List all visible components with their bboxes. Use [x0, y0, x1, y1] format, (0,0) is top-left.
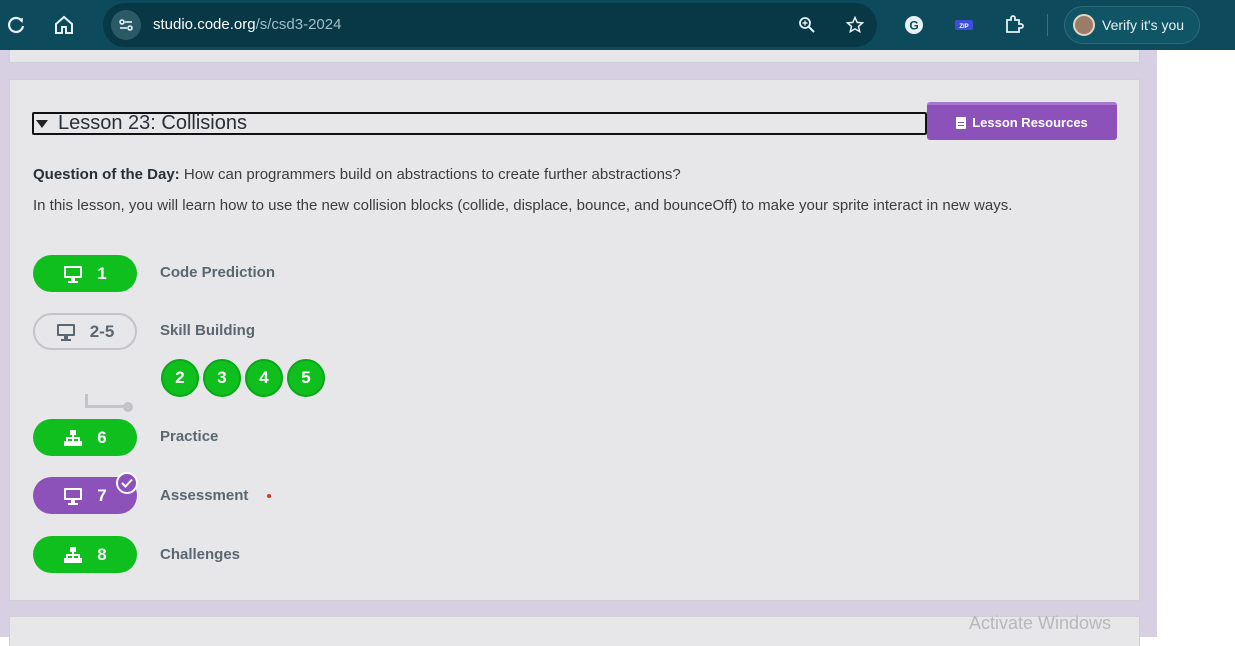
level-7-label[interactable]: Assessment: [160, 487, 248, 504]
star-icon[interactable]: [841, 11, 869, 39]
qotd-label: Question of the Day:: [33, 166, 180, 183]
monitor-icon: [63, 487, 83, 505]
level-6-label[interactable]: Practice: [160, 428, 218, 445]
page-margin: [1157, 50, 1235, 637]
level-2-5-pill[interactable]: 2-5: [33, 313, 137, 350]
url-text[interactable]: studio.code.org/s/csd3-2024: [153, 16, 341, 33]
lesson-header[interactable]: Lesson 23: Collisions: [32, 112, 927, 135]
lesson-title: Lesson 23: Collisions: [58, 112, 247, 134]
level-7-number: 7: [97, 485, 107, 505]
question-of-the-day: Question of the Day: How can programmers…: [33, 166, 681, 183]
level-2-5-number: 2-5: [89, 321, 115, 341]
sublevel-bubble[interactable]: 4: [245, 359, 283, 397]
level-8-number: 8: [97, 544, 107, 564]
avatar: [1073, 14, 1095, 36]
zip-extension-icon[interactable]: ZIP: [950, 11, 978, 39]
toolbar-divider: [1047, 14, 1048, 36]
level-1-pill[interactable]: 1: [33, 255, 137, 292]
monitor-icon: [56, 323, 76, 341]
profile-label: Verify it's you: [1102, 17, 1185, 33]
level-6-number: 6: [97, 427, 107, 447]
page-background: Lesson 23: Collisions Lesson Resources Q…: [0, 50, 1157, 646]
sublevel-bubble[interactable]: 5: [287, 359, 325, 397]
caret-down-icon: [36, 119, 48, 128]
url-host: studio.code.org: [153, 16, 256, 33]
red-dot: [267, 494, 271, 498]
grammarly-icon[interactable]: G: [900, 11, 928, 39]
hierarchy-icon: [63, 429, 83, 447]
sublevel-connector: [85, 394, 127, 408]
monitor-icon: [63, 265, 83, 283]
level-1-label[interactable]: Code Prediction: [160, 264, 275, 281]
profile-button[interactable]: Verify it's you: [1064, 6, 1200, 44]
previous-lesson-card: [9, 50, 1140, 63]
level-2-5-label[interactable]: Skill Building: [160, 322, 255, 339]
url-path: /s/csd3-2024: [255, 16, 342, 33]
hierarchy-icon: [63, 546, 83, 564]
level-1-number: 1: [97, 263, 107, 283]
level-8-pill[interactable]: 8: [33, 536, 137, 573]
extensions-icon[interactable]: [1000, 11, 1028, 39]
level-6-pill[interactable]: 6: [33, 419, 137, 456]
site-settings-icon[interactable]: [111, 10, 141, 40]
svg-text:ZIP: ZIP: [959, 24, 968, 30]
lesson-resources-button[interactable]: Lesson Resources: [927, 102, 1117, 140]
checkmark-icon: [116, 472, 138, 494]
svg-text:G: G: [909, 19, 918, 33]
zoom-icon[interactable]: [793, 11, 821, 39]
lesson-resources-label: Lesson Resources: [972, 115, 1088, 130]
qotd-text: How can programmers build on abstraction…: [179, 166, 681, 183]
reload-icon[interactable]: [2, 11, 30, 39]
document-icon: [956, 116, 967, 129]
lesson-card: Lesson 23: Collisions Lesson Resources Q…: [9, 79, 1140, 601]
level-8-label[interactable]: Challenges: [160, 546, 240, 563]
sublevel-bubble[interactable]: 3: [203, 359, 241, 397]
sublevel-bubble[interactable]: 2: [161, 359, 199, 397]
address-bar[interactable]: studio.code.org/s/csd3-2024: [103, 3, 877, 47]
lesson-description: In this lesson, you will learn how to us…: [33, 197, 1013, 214]
activate-windows-watermark: Activate Windows: [969, 613, 1112, 633]
home-icon[interactable]: [50, 11, 78, 39]
sublevel-connector-dot: [123, 402, 133, 412]
browser-toolbar: studio.code.org/s/csd3-2024 G ZIP Verify…: [0, 0, 1235, 50]
